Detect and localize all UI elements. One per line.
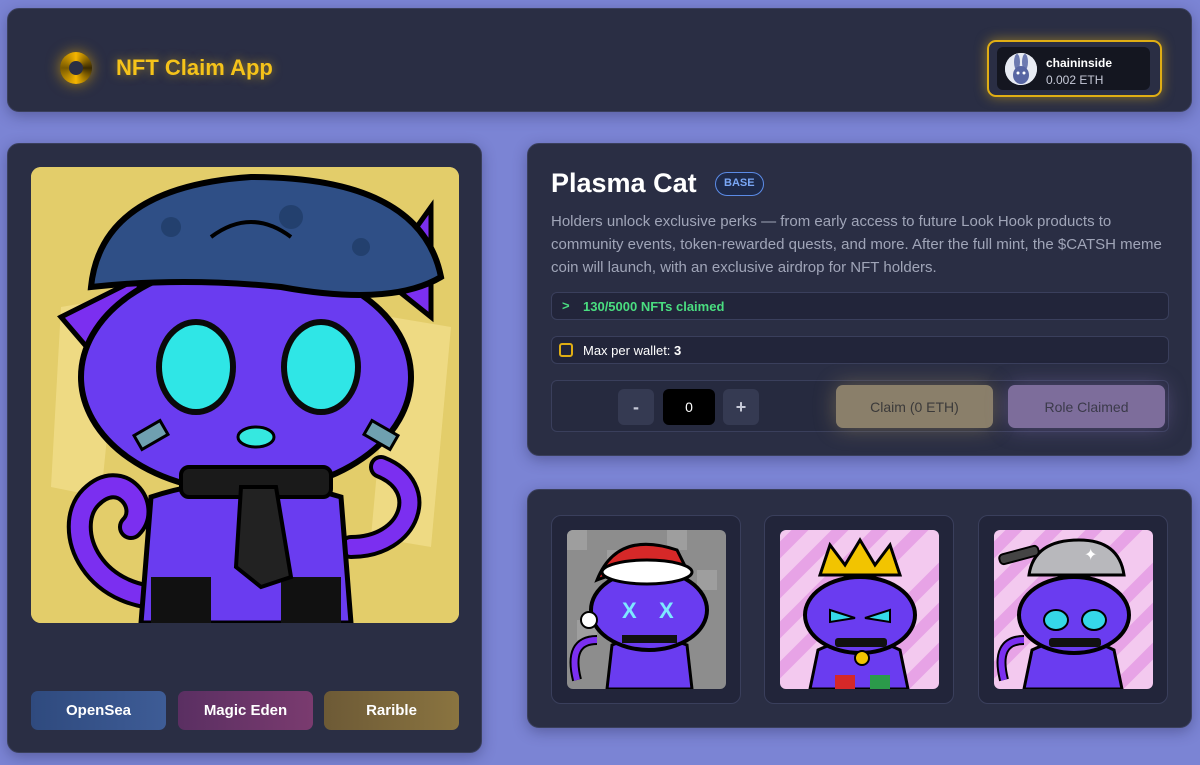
max-per-wallet-value: 3: [674, 343, 682, 358]
quantity-input[interactable]: 0: [663, 389, 715, 425]
nft-main-image: [31, 167, 459, 623]
nft-gallery: X X ✦: [527, 489, 1192, 728]
gallery-item-pot-hat-cat[interactable]: ✦: [978, 515, 1168, 704]
logo-icon: [60, 52, 92, 84]
wallet-icon: [559, 343, 573, 357]
max-per-wallet-row: Max per wallet: 3: [551, 336, 1169, 364]
wallet-name: chaininside: [1046, 56, 1113, 70]
gallery-item-santa-hat-cat[interactable]: X X: [551, 515, 741, 704]
opensea-button[interactable]: OpenSea: [31, 691, 166, 730]
claimed-count: 130/5000 NFTs claimed: [583, 299, 725, 314]
svg-text:X: X: [659, 598, 674, 623]
claimed-status[interactable]: > 130/5000 NFTs claimed: [551, 292, 1169, 320]
wallet-button[interactable]: chaininside 0.002 ETH: [987, 40, 1162, 97]
nft-title: Plasma Cat: [551, 168, 697, 198]
claim-controls: - 0 + Claim (0 ETH) Role Claimed: [551, 380, 1169, 432]
gallery-image: X X: [567, 530, 726, 689]
avatar: [1005, 53, 1037, 85]
increase-quantity-button[interactable]: +: [723, 389, 759, 425]
wallet-inner[interactable]: chaininside 0.002 ETH: [997, 47, 1150, 90]
chain-badge: BASE: [715, 172, 764, 196]
nft-preview-panel: OpenSea Magic Eden Rarible: [7, 143, 482, 753]
decrease-quantity-button[interactable]: -: [618, 389, 654, 425]
nft-info-panel: Plasma Cat BASE Holders unlock exclusive…: [527, 143, 1192, 456]
claim-button[interactable]: Claim (0 ETH): [836, 385, 993, 428]
rarible-button[interactable]: Rarible: [324, 691, 459, 730]
svg-text:✦: ✦: [1084, 545, 1097, 564]
magic-eden-button[interactable]: Magic Eden: [178, 691, 313, 730]
gallery-item-crown-cat[interactable]: [764, 515, 954, 704]
nft-description: Holders unlock exclusive perks — from ea…: [551, 213, 1162, 276]
gallery-image: ✦: [994, 530, 1153, 689]
wallet-balance: 0.002 ETH: [1046, 73, 1104, 87]
svg-text:X: X: [622, 598, 637, 623]
bunny-avatar-icon: [1005, 53, 1037, 85]
app-header: NFT Claim App chaininside 0.002 ETH: [7, 8, 1192, 112]
app-title: NFT Claim App: [116, 55, 273, 80]
chevron-right-icon: >: [562, 298, 570, 313]
max-per-wallet-label: Max per wallet: 3: [583, 343, 682, 358]
plasma-cat-image: [31, 167, 459, 623]
role-claimed-button[interactable]: Role Claimed: [1008, 385, 1165, 428]
gallery-image: [780, 530, 939, 689]
